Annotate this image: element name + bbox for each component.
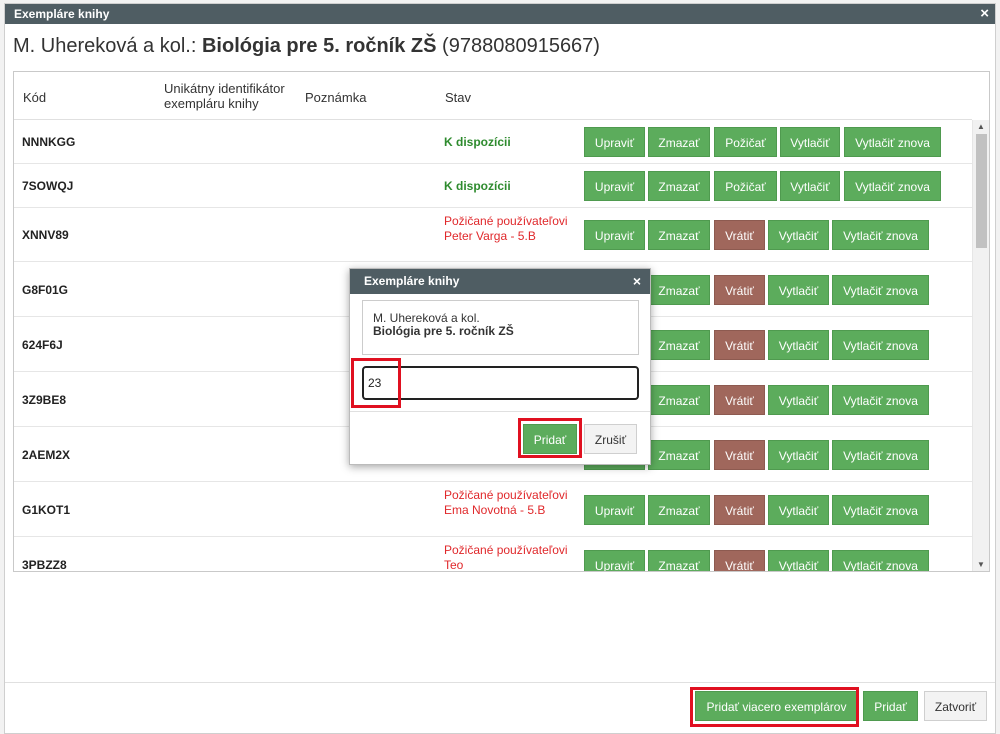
column-header-status: Stav xyxy=(445,90,472,105)
return-button[interactable]: Vrátiť xyxy=(714,385,765,415)
delete-button[interactable]: Zmazať xyxy=(648,495,710,525)
print-button[interactable]: Vytlačiť xyxy=(780,127,840,157)
reprint-button[interactable]: Vytlačiť znova xyxy=(844,171,941,201)
edit-button[interactable]: Upraviť xyxy=(584,127,645,157)
add-multiple-copies-button[interactable]: Pridať viacero exemplárov xyxy=(695,691,858,721)
column-header-note: Poznámka xyxy=(305,90,367,105)
return-button[interactable]: Vrátiť xyxy=(714,220,765,250)
print-button[interactable]: Vytlačiť xyxy=(768,550,829,571)
reprint-button[interactable]: Vytlačiť znova xyxy=(832,220,929,250)
dialog-titlebar: Exempláre knihy × xyxy=(350,269,650,294)
reprint-button[interactable]: Vytlačiť znova xyxy=(832,550,929,571)
copy-code: 7SOWQJ xyxy=(22,179,74,193)
window-title: Exempláre knihy xyxy=(14,7,110,21)
table-row: NNNKGG K dispozícii Upraviť Zmazať Požičať Vy… xyxy=(14,120,972,164)
copy-code: G1KOT1 xyxy=(22,503,71,517)
column-header-uid: Unikátny identifikátor exempláru knihy xyxy=(164,81,285,111)
dialog-divider xyxy=(350,411,650,412)
delete-button[interactable]: Zmazať xyxy=(648,330,710,360)
add-copy-button[interactable]: Pridať xyxy=(863,691,918,721)
copy-code: G8F01G xyxy=(22,283,69,297)
book-isbn: (9788080915667) xyxy=(442,35,600,57)
copy-code: NNNKGG xyxy=(22,135,76,149)
edit-button[interactable]: Upraviť xyxy=(584,171,645,201)
return-button[interactable]: Vrátiť xyxy=(714,495,765,525)
edit-button[interactable]: Upraviť xyxy=(584,220,645,250)
delete-button[interactable]: Zmazať xyxy=(648,440,710,470)
copy-code: 624F6J xyxy=(22,338,63,352)
table-row: XNNV89 Požičané používateľovi Peter Varga… xyxy=(14,208,972,262)
add-copies-dialog: Exempláre knihy × M. Uhereková a kol. Bi… xyxy=(349,268,651,465)
edit-button[interactable]: Upraviť xyxy=(584,550,645,571)
dialog-title: Exempláre knihy xyxy=(364,274,460,288)
copy-code: XNNV89 xyxy=(22,228,69,242)
copy-code: 2AEM2X xyxy=(22,448,71,462)
book-title: Biológia pre 5. ročník ZŠ xyxy=(201,35,437,57)
dialog-book-info: M. Uhereková a kol. Biológia pre 5. ročn… xyxy=(362,300,639,355)
print-button[interactable]: Vytlačiť xyxy=(768,440,829,470)
copy-code: 3PBZZ8 xyxy=(22,558,67,572)
return-button[interactable]: Vrátiť xyxy=(714,440,765,470)
table-header: Kód Unikátny identifikátor exempláru kni… xyxy=(14,72,972,120)
close-button[interactable]: Zatvoriť xyxy=(924,691,987,721)
close-icon[interactable]: × xyxy=(980,4,989,24)
copy-status: Požičané používateľovi Ema Novotná - 5.B xyxy=(444,488,568,517)
print-button[interactable]: Vytlačiť xyxy=(768,220,829,250)
delete-button[interactable]: Zmazať xyxy=(648,171,710,201)
copy-status: Požičané používateľovi Peter Varga - 5.B xyxy=(444,214,568,243)
reprint-button[interactable]: Vytlačiť znova xyxy=(832,385,929,415)
table-row: 3PBZZ8 Požičané používateľovi Teo Upraviť Z… xyxy=(14,537,972,572)
return-button[interactable]: Vrátiť xyxy=(714,550,765,571)
delete-button[interactable]: Zmazať xyxy=(648,275,710,305)
reprint-button[interactable]: Vytlačiť znova xyxy=(832,495,929,525)
delete-button[interactable]: Zmazať xyxy=(648,127,710,157)
print-button[interactable]: Vytlačiť xyxy=(768,330,829,360)
quantity-input[interactable] xyxy=(362,366,639,400)
delete-button[interactable]: Zmazať xyxy=(648,550,710,571)
copy-status: K dispozícii xyxy=(444,179,511,193)
print-button[interactable]: Vytlačiť xyxy=(768,495,829,525)
edit-button[interactable]: Upraviť xyxy=(584,495,645,525)
reprint-button[interactable]: Vytlačiť znova xyxy=(832,275,929,305)
print-button[interactable]: Vytlačiť xyxy=(780,171,840,201)
reprint-button[interactable]: Vytlačiť znova xyxy=(832,330,929,360)
table-row: G1KOT1 Požičané používateľovi Ema Novotná… xyxy=(14,482,972,537)
dialog-cancel-button[interactable]: Zrušiť xyxy=(584,424,637,454)
window-titlebar: Exempláre knihy × xyxy=(5,4,995,24)
footer-divider xyxy=(5,682,995,683)
table-scrollbar[interactable]: ▲ ▼ xyxy=(972,120,989,571)
page-title: M. Uhereková a kol.: Biológia pre 5. roč… xyxy=(13,35,600,58)
dialog-add-button[interactable]: Pridať xyxy=(523,424,577,454)
dialog-book-title: Biológia pre 5. ročník ZŠ xyxy=(373,324,514,338)
reprint-button[interactable]: Vytlačiť znova xyxy=(844,127,941,157)
delete-button[interactable]: Zmazať xyxy=(648,220,710,250)
copy-code: 3Z9BE8 xyxy=(22,393,67,407)
scrollbar-thumb[interactable] xyxy=(976,134,987,248)
lend-button[interactable]: Požičať xyxy=(714,171,777,201)
return-button[interactable]: Vrátiť xyxy=(714,275,765,305)
print-button[interactable]: Vytlačiť xyxy=(768,385,829,415)
scroll-up-icon[interactable]: ▲ xyxy=(977,122,985,131)
copy-status: K dispozícii xyxy=(444,135,511,149)
lend-button[interactable]: Požičať xyxy=(714,127,777,157)
return-button[interactable]: Vrátiť xyxy=(714,330,765,360)
table-row: 7SOWQJ K dispozícii Upraviť Zmazať Požičať Vy… xyxy=(14,164,972,208)
print-button[interactable]: Vytlačiť xyxy=(768,275,829,305)
reprint-button[interactable]: Vytlačiť znova xyxy=(832,440,929,470)
delete-button[interactable]: Zmazať xyxy=(648,385,710,415)
book-authors: M. Uhereková a kol.: xyxy=(13,35,197,57)
scroll-down-icon[interactable]: ▼ xyxy=(977,560,985,569)
dialog-close-icon[interactable]: × xyxy=(633,269,641,294)
column-header-code: Kód xyxy=(23,90,47,105)
copy-status: Požičané používateľovi Teo xyxy=(444,543,568,572)
